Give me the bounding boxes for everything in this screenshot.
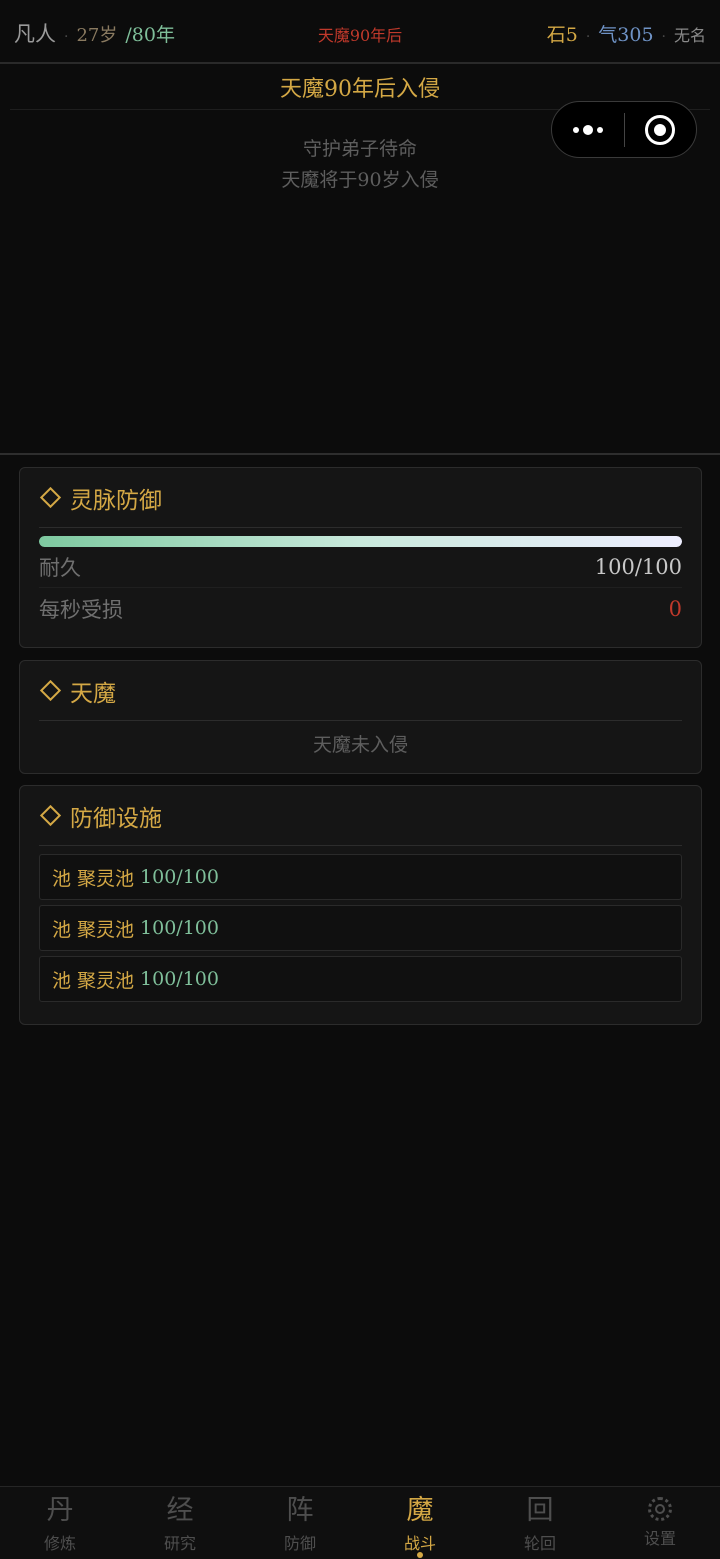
durability-bar (39, 536, 682, 547)
more-icon (572, 124, 603, 135)
stat-label: 每秒受损 (39, 597, 123, 622)
mo-icon: 魔 (406, 1495, 434, 1526)
section-divider (0, 453, 720, 455)
facility-value: 100/100 (140, 917, 219, 939)
separator-dot: · (585, 29, 591, 45)
facility-name: 池 聚灵池 (52, 969, 135, 992)
facility-item[interactable]: 池 聚灵池 100/100 (39, 956, 682, 1002)
tab-reincarnation[interactable]: 回 轮回 (480, 1487, 600, 1559)
facilities-card: 防御设施 池 聚灵池 100/100 池 聚灵池 100/100 池 聚灵池 1… (19, 785, 702, 1025)
damage-value: 0 (668, 596, 682, 621)
card-title: 防御设施 (70, 805, 162, 832)
durability-bar-fill (39, 536, 682, 547)
gear-icon (648, 1497, 672, 1521)
facility-name: 池 聚灵池 (52, 918, 135, 941)
card-title: 灵脉防御 (70, 487, 162, 514)
tab-label: 轮回 (523, 1534, 556, 1553)
jing-icon: 经 (166, 1495, 194, 1526)
facility-value: 100/100 (140, 968, 219, 990)
facility-name: 池 聚灵池 (52, 867, 135, 890)
more-button[interactable] (552, 102, 624, 157)
separator-dot: · (661, 29, 666, 45)
active-indicator (417, 1552, 423, 1558)
status-bar: 凡人 · 27岁 /80年 天魔90年后 石5 · 气305 · 无名 (0, 0, 720, 64)
tab-label: 修炼 (43, 1534, 76, 1553)
event-line: 天魔将于90岁入侵 (281, 169, 439, 191)
demon-card: 天魔 天魔未入侵 (19, 660, 702, 774)
tab-research[interactable]: 经 研究 (120, 1487, 240, 1559)
player-name: 无名 (673, 26, 706, 45)
diamond-icon (39, 804, 62, 827)
close-target-icon (645, 114, 676, 145)
status-right: 石5 · 气305 · 无名 (547, 20, 706, 47)
tab-label: 战斗 (403, 1534, 436, 1553)
damage-per-second-row: 每秒受损 0 (39, 588, 682, 629)
stat-label: 耐久 (39, 556, 81, 580)
tab-label: 研究 (163, 1534, 196, 1553)
qi-count: 气305 (598, 24, 654, 46)
tab-defense[interactable]: 阵 防御 (240, 1487, 360, 1559)
durability-value: 100/100 (594, 555, 682, 579)
tab-settings[interactable]: 设置 (600, 1487, 720, 1559)
durability-row: 耐久 100/100 (39, 547, 682, 588)
tab-cultivate[interactable]: 丹 修炼 (0, 1487, 120, 1559)
miniprogram-capsule (551, 101, 697, 158)
zhen-icon: 阵 (286, 1495, 314, 1526)
card-header: 灵脉防御 (39, 468, 682, 528)
tab-label: 防御 (283, 1534, 316, 1553)
dan-icon: 丹 (46, 1495, 74, 1526)
diamond-icon (39, 486, 62, 509)
empty-state: 天魔未入侵 (312, 734, 408, 756)
close-button[interactable] (625, 102, 697, 157)
vein-defense-card: 灵脉防御 耐久 100/100 每秒受损 0 (19, 467, 702, 648)
facility-item[interactable]: 池 聚灵池 100/100 (39, 854, 682, 900)
facility-value: 100/100 (140, 866, 219, 888)
tab-label: 设置 (643, 1529, 676, 1548)
diamond-icon (39, 679, 62, 702)
facility-item[interactable]: 池 聚灵池 100/100 (39, 905, 682, 951)
card-header: 防御设施 (39, 786, 682, 846)
tab-battle[interactable]: 魔 战斗 (360, 1487, 480, 1559)
card-title: 天魔 (70, 680, 116, 707)
card-header: 天魔 (39, 661, 682, 721)
hui-icon: 回 (526, 1495, 554, 1526)
bottom-nav: 丹 修炼 经 研究 阵 防御 魔 战斗 回 轮回 设置 (0, 1486, 720, 1559)
stone-count: 石5 (546, 24, 578, 46)
